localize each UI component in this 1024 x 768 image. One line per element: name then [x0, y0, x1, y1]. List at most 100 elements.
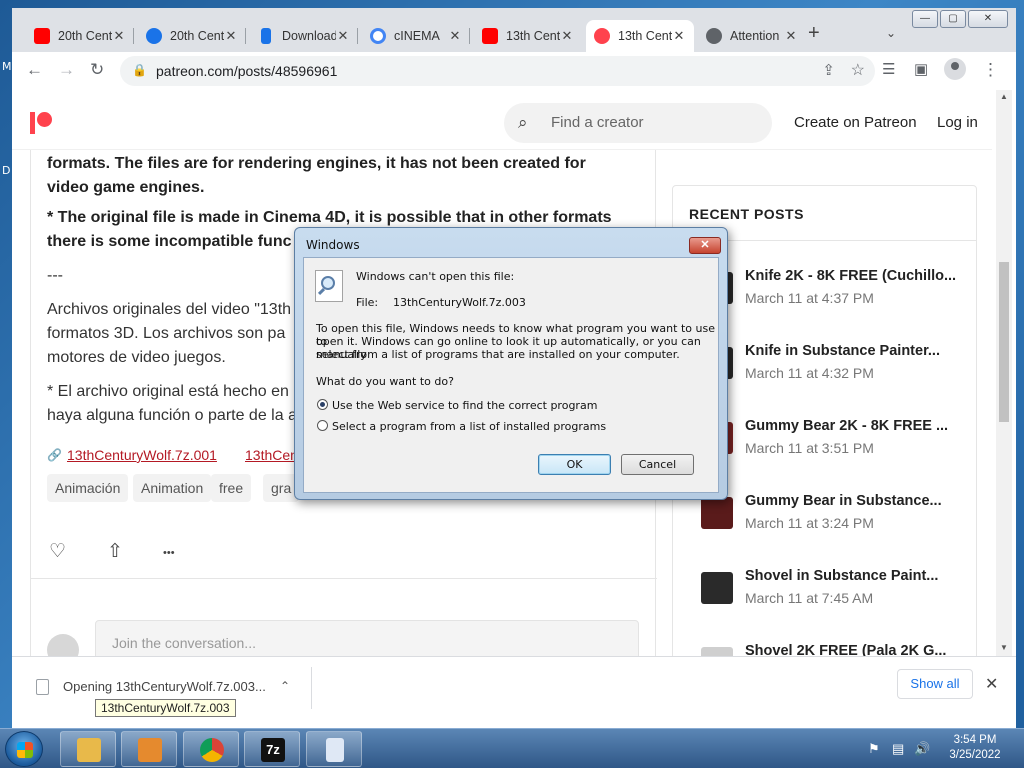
comment-input[interactable]: Join the conversation... [95, 620, 639, 656]
profile-avatar-icon[interactable] [944, 58, 966, 80]
tab[interactable]: 13th Century ✕ [474, 20, 582, 52]
login-link[interactable]: Log in [937, 114, 978, 131]
scrollbar-thumb[interactable] [999, 262, 1009, 422]
dialog-heading: Windows can't open this file: [356, 270, 515, 283]
search-icon: ⌕ [518, 113, 528, 132]
show-all-button[interactable]: Show all [897, 669, 973, 699]
file-explorer-button[interactable] [60, 731, 116, 767]
desktop-icon-label: M [2, 60, 12, 73]
recent-post-item[interactable]: Shovel in Substance Paint... March 11 at… [701, 568, 971, 616]
cancel-button[interactable]: Cancel [621, 454, 694, 475]
recent-posts-title: RECENT POSTS [689, 206, 804, 222]
page-scrollbar[interactable]: ▲ ▼ [996, 90, 1012, 656]
recent-post-item[interactable]: Gummy Bear in Substance... March 11 at 3… [701, 493, 971, 541]
scroll-down-icon[interactable]: ▼ [1000, 643, 1008, 652]
action-center-flag-icon[interactable]: ⚑ [868, 741, 880, 757]
recent-post-item[interactable]: Knife 2K - 8K FREE (Cuchillo... March 11… [701, 268, 971, 316]
side-panel-icon[interactable]: ▣ [914, 60, 928, 78]
google-icon [370, 28, 386, 44]
download-item-text[interactable]: Opening 13thCenturyWolf.7z.003... [63, 679, 266, 694]
patreon-icon [594, 28, 610, 44]
lock-icon[interactable]: 🔒 [132, 63, 147, 77]
recent-post-item[interactable]: Knife in Substance Painter... March 11 a… [701, 343, 971, 391]
scroll-up-icon[interactable]: ▲ [1000, 92, 1008, 101]
dialog-close-button[interactable]: ✕ [689, 237, 721, 254]
tag-chip[interactable]: Animation [133, 474, 212, 502]
document-button[interactable] [306, 731, 362, 767]
network-icon[interactable]: ▤ [892, 741, 904, 757]
media-player-button[interactable] [121, 731, 177, 767]
tab-search-chevron-icon[interactable]: ⌄ [886, 26, 896, 40]
tab-label: 20th Century [58, 29, 112, 43]
dialog-body: Windows can't open this file: File: 13th… [303, 257, 719, 493]
tab-label: cINEMA [394, 29, 440, 43]
commenter-avatar [47, 634, 79, 656]
radio-installed-programs[interactable] [317, 420, 328, 431]
like-heart-icon[interactable]: ♡ [49, 540, 66, 563]
tab-label: Attention [730, 29, 780, 43]
patreon-header: ⌕ Find a creator Create on Patreon Log i… [12, 90, 992, 150]
tag-chip[interactable]: free [211, 474, 252, 502]
tab-strip: 20th Century ✕ 20th Century ✕ Downloads … [12, 20, 1016, 52]
more-options-icon[interactable]: ••• [163, 547, 175, 559]
chrome-menu-icon[interactable]: ⋮ [982, 60, 999, 80]
option-web-service-label[interactable]: Use the Web service to find the correct … [332, 399, 597, 412]
7zip-button[interactable]: 7z [244, 731, 300, 767]
post-thumbnail [701, 572, 733, 604]
address-bar[interactable]: 🔒 patreon.com/posts/48596961 ⇪ ☆ [120, 56, 875, 86]
dialog-description: select from a list of programs that are … [316, 348, 680, 361]
chrome-taskbar-button[interactable] [183, 731, 239, 767]
forward-button[interactable]: → [58, 60, 75, 80]
clock-date: 3/25/2022 [949, 749, 1001, 761]
close-icon[interactable]: ✕ [336, 28, 350, 44]
close-icon[interactable]: ✕ [560, 28, 574, 44]
close-icon[interactable]: ✕ [112, 28, 126, 44]
clock-time: 3:54 PM [953, 734, 997, 746]
ok-button[interactable]: OK [538, 454, 611, 475]
start-button[interactable] [5, 731, 43, 767]
share-icon[interactable]: ⇧ [107, 540, 123, 563]
tab-label: 13th Century [618, 29, 672, 43]
tab[interactable]: cINEMA ✕ [362, 20, 470, 52]
tab[interactable]: 20th Century ✕ [138, 20, 246, 52]
close-icon[interactable]: ✕ [448, 28, 462, 44]
desktop-icon-label: D [2, 164, 11, 177]
option-installed-programs-label[interactable]: Select a program from a list of installe… [332, 420, 606, 433]
reload-button[interactable]: ↻ [90, 60, 104, 80]
close-icon[interactable]: ✕ [672, 28, 686, 44]
close-download-bar-icon[interactable]: ✕ [985, 674, 998, 694]
file-name: 13thCenturyWolf.7z.003 [393, 296, 526, 309]
tab[interactable]: 20th Century ✕ [26, 20, 134, 52]
new-tab-button[interactable]: + [808, 22, 820, 45]
recent-post-item[interactable]: Gummy Bear 2K - 8K FREE ... March 11 at … [701, 418, 971, 466]
file-search-icon [315, 270, 343, 302]
close-icon[interactable]: ✕ [784, 28, 798, 44]
tab-active[interactable]: 13th Century ✕ [586, 20, 694, 52]
create-on-patreon-link[interactable]: Create on Patreon [794, 114, 917, 131]
attachment-link[interactable]: 13thCenturyWolf.7z.001 [67, 447, 217, 463]
download-bar: Opening 13thCenturyWolf.7z.003... ⌃ Show… [12, 656, 1016, 728]
search-input[interactable]: ⌕ Find a creator [504, 103, 772, 143]
patreon-logo[interactable] [30, 112, 54, 134]
7zip-icon: 7z [261, 738, 285, 762]
post-paragraph: formats. The files are for rendering eng… [47, 155, 586, 196]
back-button[interactable]: ← [26, 60, 43, 80]
recent-post-item[interactable]: Shovel 2K FREE (Pala 2K G... [701, 643, 971, 656]
post-thumbnail [701, 647, 733, 656]
close-icon[interactable]: ✕ [224, 28, 238, 44]
bookmark-star-icon[interactable]: ☆ [851, 60, 865, 80]
attachment-icon: 🔗 [47, 448, 62, 462]
url-text[interactable]: patreon.com/posts/48596961 [156, 63, 337, 79]
share-icon[interactable]: ⇪ [822, 61, 835, 79]
tab[interactable]: Downloads ✕ [250, 20, 358, 52]
chrome-icon [200, 738, 224, 762]
radio-web-service[interactable] [317, 399, 328, 410]
reading-list-icon[interactable]: ☰ [882, 60, 895, 78]
tab[interactable]: Attention ✕ [698, 20, 806, 52]
tag-chip[interactable]: Animación [47, 474, 129, 502]
download-tooltip: 13thCenturyWolf.7z.003 [95, 699, 236, 717]
system-clock[interactable]: 3:54 PM 3/25/2022 [940, 733, 1010, 763]
volume-icon[interactable]: 🔊 [914, 741, 930, 757]
file-explorer-icon [77, 738, 101, 762]
chevron-up-icon[interactable]: ⌃ [280, 679, 290, 693]
